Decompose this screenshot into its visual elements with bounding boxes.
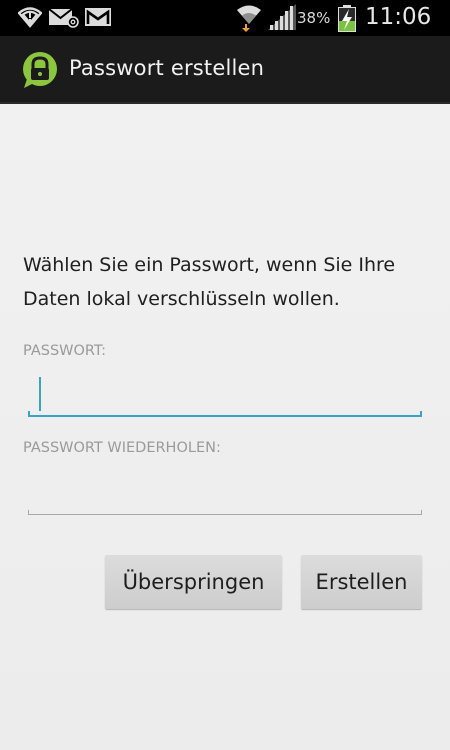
gmail-icon <box>85 8 111 26</box>
password-underline <box>28 411 422 417</box>
password-input[interactable] <box>28 375 422 417</box>
repeat-password-underline <box>28 510 422 515</box>
battery-percent: 38% <box>297 9 331 27</box>
password-label: PASSWORT: <box>23 343 107 359</box>
content-area: Wählen Sie ein Passwort, wenn Sie Ihre D… <box>0 104 450 750</box>
password-field-container <box>28 375 422 417</box>
wifi-download-icon <box>237 5 261 32</box>
skip-button[interactable]: Überspringen <box>105 555 282 609</box>
action-bar: Passwort erstellen <box>0 36 450 104</box>
repeat-password-label: PASSWORT WIEDERHOLEN: <box>23 440 221 456</box>
battery-charging-icon <box>338 5 356 32</box>
repeat-password-input[interactable] <box>28 473 422 515</box>
signal-icon <box>268 4 296 30</box>
status-bar: 38% 11:06 <box>0 0 450 36</box>
repeat-password-field-container <box>28 473 422 515</box>
email-at-icon <box>49 8 79 28</box>
lock-speech-bubble-icon[interactable] <box>21 51 59 89</box>
intro-text: Wählen Sie ein Passwort, wenn Sie Ihre D… <box>23 254 396 310</box>
create-button[interactable]: Erstellen <box>301 555 422 609</box>
clock: 11:06 <box>365 4 432 30</box>
wifi-warning-icon <box>18 7 42 28</box>
text-cursor <box>39 377 41 411</box>
page-title: Passwort erstellen <box>69 56 265 80</box>
